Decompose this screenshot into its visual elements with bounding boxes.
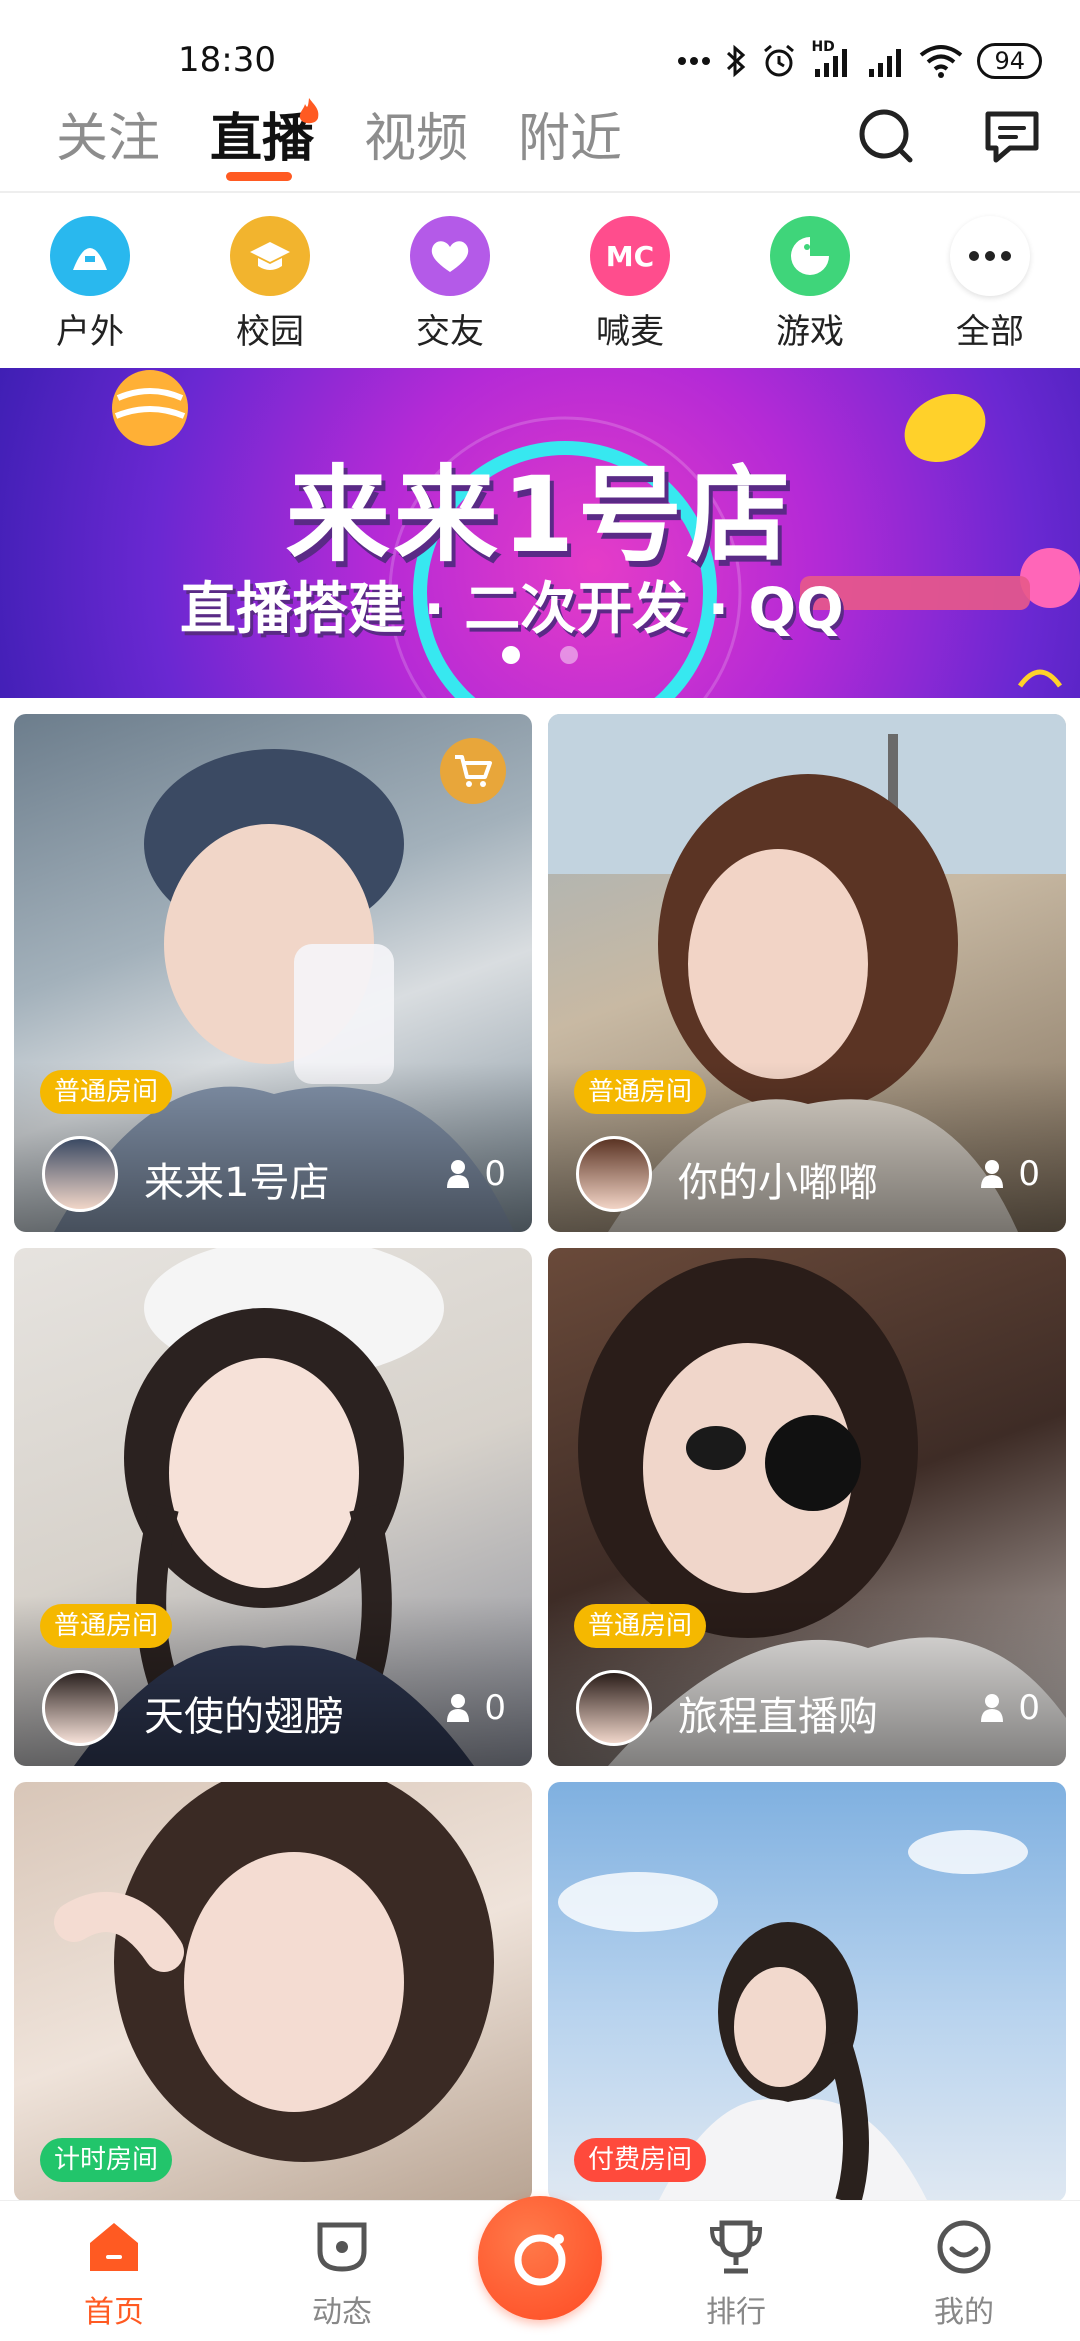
category-campus[interactable]: 校园 (210, 210, 330, 353)
signal-icon (869, 49, 902, 77)
live-room-card[interactable]: 普通房间 来来1号店 0 (14, 714, 532, 1232)
camera-live-icon (514, 2234, 566, 2286)
category-dating[interactable]: 交友 (390, 210, 510, 353)
bottom-nav-ranking[interactable]: 排行 (666, 2217, 806, 2331)
viewer-count: 0 (446, 1154, 506, 1194)
viewer-count: 0 (980, 1154, 1040, 1194)
category-mc[interactable]: MC 喊麦 (570, 210, 690, 353)
tab-follow[interactable]: 关注 (56, 96, 160, 171)
banner-title: 来来1号店 (285, 454, 795, 576)
room-type-badge: 计时房间 (40, 2138, 173, 2182)
bottom-nav-feed[interactable]: 动态 (272, 2217, 412, 2331)
live-room-card[interactable]: 普通房间 你的小嘟嘟 0 (548, 714, 1066, 1232)
category-label: 交友 (416, 312, 484, 352)
bottom-nav-label: 动态 (312, 2295, 372, 2330)
category-outdoor[interactable]: 户外 (30, 210, 150, 353)
campus-icon (230, 216, 310, 296)
room-type-badge: 普通房间 (40, 1070, 173, 1114)
host-name: 旅程直播购 (678, 1694, 878, 1740)
tab-video[interactable]: 视频 (364, 96, 468, 171)
status-bar: 18:30 HD 94 (0, 0, 1080, 88)
message-icon[interactable] (980, 104, 1044, 168)
user-icon (447, 1694, 470, 1722)
user-icon (981, 1694, 1004, 1722)
bottom-nav-label: 我的 (934, 2295, 994, 2330)
status-time: 18:30 (178, 40, 276, 80)
viewer-count: 0 (446, 1688, 506, 1728)
mc-icon: MC (590, 216, 670, 296)
game-icon (770, 216, 850, 296)
room-type-badge: 普通房间 (574, 1604, 707, 1648)
bottom-nav-label: 排行 (706, 2295, 766, 2330)
shopping-cart-icon[interactable] (440, 738, 506, 804)
live-room-card[interactable]: 计时房间 (14, 1782, 532, 2202)
outdoor-icon (50, 216, 130, 296)
category-label: 校园 (236, 312, 304, 352)
home-icon (90, 2223, 138, 2271)
host-avatar (576, 1670, 652, 1746)
pager-dot-active (502, 646, 520, 664)
host-avatar (576, 1136, 652, 1212)
profile-icon (937, 2220, 991, 2274)
live-room-card[interactable]: 普通房间 旅程直播购 0 (548, 1248, 1066, 1766)
category-label: 户外 (56, 312, 124, 352)
host-name: 天使的翅膀 (144, 1694, 344, 1740)
live-room-card[interactable]: 普通房间 天使的翅膀 0 (14, 1248, 532, 1766)
feed-icon (317, 2222, 367, 2272)
bottom-nav-profile[interactable]: 我的 (894, 2217, 1034, 2331)
host-name: 你的小嘟嘟 (678, 1160, 878, 1206)
user-icon (981, 1160, 1004, 1188)
alarm-icon (764, 44, 795, 77)
bottom-nav-label: 首页 (84, 2295, 144, 2330)
signal-hd-icon: HD (811, 39, 851, 79)
user-icon (447, 1160, 470, 1188)
search-icon[interactable] (854, 104, 918, 168)
battery-indicator: 94 (977, 43, 1042, 79)
network-label: HD (811, 39, 835, 55)
banner-subtitle: 直播搭建 · 二次开发 · QQ (180, 577, 844, 642)
viewer-count: 0 (980, 1688, 1040, 1728)
tab-nearby[interactable]: 附近 (518, 96, 622, 171)
header-divider (0, 191, 1080, 193)
category-all[interactable]: 全部 (930, 210, 1050, 353)
category-label: 全部 (956, 312, 1024, 352)
promo-banner[interactable]: 来来1号店 直播搭建 · 二次开发 · QQ (0, 368, 1080, 698)
heart-icon (410, 216, 490, 296)
room-type-badge: 普通房间 (574, 1070, 707, 1114)
active-tab-indicator (226, 172, 292, 181)
pager-dot (560, 646, 578, 664)
status-icons: HD 94 (677, 38, 1042, 84)
bottom-nav-home[interactable]: 首页 (44, 2217, 184, 2331)
top-nav: 关注 直播 视频 附近 (0, 88, 1080, 192)
banner-pager (0, 646, 1080, 664)
category-label: 喊麦 (596, 312, 664, 352)
host-avatar (42, 1670, 118, 1746)
trophy-icon (709, 2220, 763, 2274)
category-game[interactable]: 游戏 (750, 210, 870, 353)
host-avatar (42, 1136, 118, 1212)
category-label: 游戏 (776, 312, 844, 352)
flame-icon (299, 98, 319, 124)
room-type-badge: 付费房间 (574, 2138, 707, 2182)
viewer-count-value: 0 (1018, 1154, 1040, 1194)
category-row: 户外 校园 交友 MC 喊麦 游戏 全部 (0, 210, 1080, 360)
viewer-count-value: 0 (484, 1154, 506, 1194)
wifi-icon (920, 45, 963, 78)
viewer-count-value: 0 (484, 1688, 506, 1728)
bluetooth-icon (727, 44, 746, 78)
live-room-card[interactable]: 付费房间 (548, 1782, 1066, 2202)
host-name: 来来1号店 (144, 1160, 330, 1206)
start-live-button[interactable] (478, 2196, 602, 2320)
viewer-count-value: 0 (1018, 1688, 1040, 1728)
room-type-badge: 普通房间 (40, 1604, 173, 1648)
more-dots-icon (678, 57, 711, 65)
more-icon (950, 216, 1030, 296)
